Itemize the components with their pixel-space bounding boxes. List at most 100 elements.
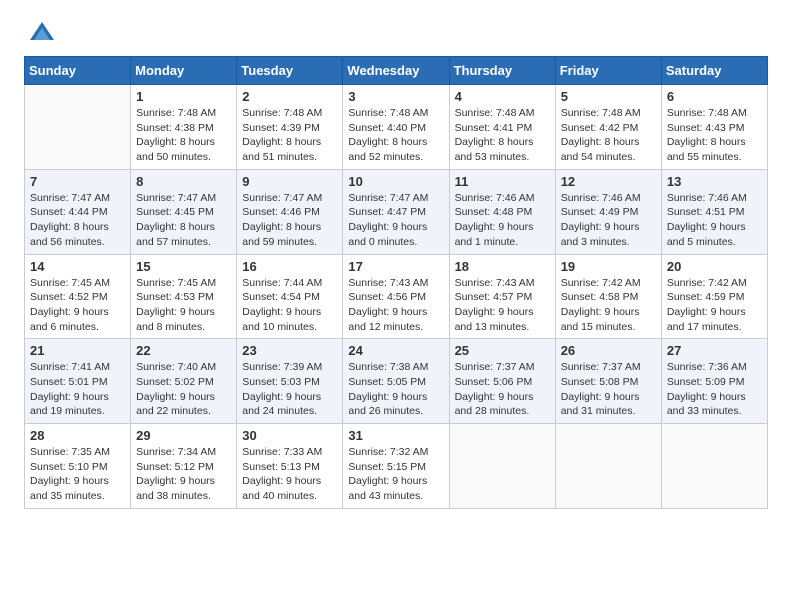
day-of-week-saturday: Saturday (661, 57, 767, 85)
calendar-cell: 11 Sunrise: 7:46 AM Sunset: 4:48 PM Dayli… (449, 169, 555, 254)
day-number: 17 (348, 259, 443, 274)
day-number: 11 (455, 174, 550, 189)
calendar-cell: 16 Sunrise: 7:44 AM Sunset: 4:54 PM Dayli… (237, 254, 343, 339)
calendar-cell: 13 Sunrise: 7:46 AM Sunset: 4:51 PM Dayli… (661, 169, 767, 254)
calendar-cell: 6Sunrise: 7:48 AM Sunset: 4:43 PM Daylig… (661, 85, 767, 170)
day-info: Sunrise: 7:47 AM Sunset: 4:44 PM Dayligh… (30, 191, 125, 250)
day-info: Sunrise: 7:38 AM Sunset: 5:05 PM Dayligh… (348, 360, 443, 419)
calendar-cell (661, 424, 767, 509)
day-info: Sunrise: 7:32 AM Sunset: 5:15 PM Dayligh… (348, 445, 443, 504)
calendar-cell: 17 Sunrise: 7:43 AM Sunset: 4:56 PM Dayli… (343, 254, 449, 339)
day-info: Sunrise: 7:47 AM Sunset: 4:47 PM Dayligh… (348, 191, 443, 250)
day-info: Sunrise: 7:47 AM Sunset: 4:45 PM Dayligh… (136, 191, 231, 250)
day-number: 26 (561, 343, 656, 358)
day-number: 25 (455, 343, 550, 358)
day-number: 2 (242, 89, 337, 104)
calendar-cell (25, 85, 131, 170)
logo-icon (28, 20, 56, 48)
day-info: Sunrise: 7:42 AM Sunset: 4:58 PM Dayligh… (561, 276, 656, 335)
day-number: 22 (136, 343, 231, 358)
day-number: 3 (348, 89, 443, 104)
calendar-week-row: 14Sunrise: 7:45 AM Sunset: 4:52 PM Dayli… (25, 254, 768, 339)
day-number: 8 (136, 174, 231, 189)
day-info: Sunrise: 7:41 AM Sunset: 5:01 PM Dayligh… (30, 360, 125, 419)
day-info: Sunrise: 7:46 AM Sunset: 4:51 PM Dayligh… (667, 191, 762, 250)
day-number: 20 (667, 259, 762, 274)
calendar-cell: 15 Sunrise: 7:45 AM Sunset: 4:53 PM Dayli… (131, 254, 237, 339)
calendar-cell: 5 Sunrise: 7:48 AM Sunset: 4:42 PM Daylig… (555, 85, 661, 170)
calendar-cell: 20 Sunrise: 7:42 AM Sunset: 4:59 PM Dayli… (661, 254, 767, 339)
day-number: 9 (242, 174, 337, 189)
day-info: Sunrise: 7:47 AM Sunset: 4:46 PM Dayligh… (242, 191, 337, 250)
day-info: Sunrise: 7:34 AM Sunset: 5:12 PM Dayligh… (136, 445, 231, 504)
calendar-cell: 8 Sunrise: 7:47 AM Sunset: 4:45 PM Daylig… (131, 169, 237, 254)
day-number: 1 (136, 89, 231, 104)
day-number: 28 (30, 428, 125, 443)
calendar-cell: 26 Sunrise: 7:37 AM Sunset: 5:08 PM Dayli… (555, 339, 661, 424)
day-number: 16 (242, 259, 337, 274)
day-info: Sunrise: 7:45 AM Sunset: 4:52 PM Dayligh… (30, 276, 125, 335)
calendar-week-row: 28 Sunrise: 7:35 AM Sunset: 5:10 PM Dayli… (25, 424, 768, 509)
day-info: Sunrise: 7:37 AM Sunset: 5:06 PM Dayligh… (455, 360, 550, 419)
calendar-cell: 18 Sunrise: 7:43 AM Sunset: 4:57 PM Dayli… (449, 254, 555, 339)
day-number: 10 (348, 174, 443, 189)
day-info: Sunrise: 7:48 AM Sunset: 4:40 PM Dayligh… (348, 106, 443, 165)
day-info: Sunrise: 7:45 AM Sunset: 4:53 PM Dayligh… (136, 276, 231, 335)
calendar-cell: 7 Sunrise: 7:47 AM Sunset: 4:44 PM Daylig… (25, 169, 131, 254)
day-info: Sunrise: 7:33 AM Sunset: 5:13 PM Dayligh… (242, 445, 337, 504)
day-number: 21 (30, 343, 125, 358)
day-number: 15 (136, 259, 231, 274)
calendar-cell: 30 Sunrise: 7:33 AM Sunset: 5:13 PM Dayli… (237, 424, 343, 509)
day-number: 13 (667, 174, 762, 189)
day-number: 31 (348, 428, 443, 443)
calendar-cell: 9 Sunrise: 7:47 AM Sunset: 4:46 PM Daylig… (237, 169, 343, 254)
calendar-week-row: 21 Sunrise: 7:41 AM Sunset: 5:01 PM Dayli… (25, 339, 768, 424)
calendar-cell: 27 Sunrise: 7:36 AM Sunset: 5:09 PM Dayli… (661, 339, 767, 424)
day-info: Sunrise: 7:37 AM Sunset: 5:08 PM Dayligh… (561, 360, 656, 419)
calendar-week-row: 7 Sunrise: 7:47 AM Sunset: 4:44 PM Daylig… (25, 169, 768, 254)
calendar-header-row: SundayMondayTuesdayWednesdayThursdayFrid… (25, 57, 768, 85)
day-info: Sunrise: 7:42 AM Sunset: 4:59 PM Dayligh… (667, 276, 762, 335)
calendar-cell: 22 Sunrise: 7:40 AM Sunset: 5:02 PM Dayli… (131, 339, 237, 424)
day-info: Sunrise: 7:43 AM Sunset: 4:57 PM Dayligh… (455, 276, 550, 335)
calendar-cell: 21 Sunrise: 7:41 AM Sunset: 5:01 PM Dayli… (25, 339, 131, 424)
day-of-week-tuesday: Tuesday (237, 57, 343, 85)
calendar-cell: 28 Sunrise: 7:35 AM Sunset: 5:10 PM Dayli… (25, 424, 131, 509)
calendar-cell: 4 Sunrise: 7:48 AM Sunset: 4:41 PM Daylig… (449, 85, 555, 170)
calendar-cell: 19 Sunrise: 7:42 AM Sunset: 4:58 PM Dayli… (555, 254, 661, 339)
calendar-cell: 29 Sunrise: 7:34 AM Sunset: 5:12 PM Dayli… (131, 424, 237, 509)
day-info: Sunrise: 7:48 AM Sunset: 4:39 PM Dayligh… (242, 106, 337, 165)
calendar-cell: 14Sunrise: 7:45 AM Sunset: 4:52 PM Dayli… (25, 254, 131, 339)
day-info: Sunrise: 7:43 AM Sunset: 4:56 PM Dayligh… (348, 276, 443, 335)
calendar-cell (449, 424, 555, 509)
day-of-week-wednesday: Wednesday (343, 57, 449, 85)
day-info: Sunrise: 7:48 AM Sunset: 4:41 PM Dayligh… (455, 106, 550, 165)
page-header (24, 20, 768, 48)
day-of-week-thursday: Thursday (449, 57, 555, 85)
day-number: 5 (561, 89, 656, 104)
day-info: Sunrise: 7:48 AM Sunset: 4:42 PM Dayligh… (561, 106, 656, 165)
day-number: 4 (455, 89, 550, 104)
calendar-cell: 3 Sunrise: 7:48 AM Sunset: 4:40 PM Daylig… (343, 85, 449, 170)
calendar-week-row: 1 Sunrise: 7:48 AM Sunset: 4:38 PM Daylig… (25, 85, 768, 170)
calendar-cell: 31 Sunrise: 7:32 AM Sunset: 5:15 PM Dayli… (343, 424, 449, 509)
day-info: Sunrise: 7:48 AM Sunset: 4:38 PM Dayligh… (136, 106, 231, 165)
day-number: 19 (561, 259, 656, 274)
day-info: Sunrise: 7:44 AM Sunset: 4:54 PM Dayligh… (242, 276, 337, 335)
day-number: 24 (348, 343, 443, 358)
day-info: Sunrise: 7:46 AM Sunset: 4:48 PM Dayligh… (455, 191, 550, 250)
day-info: Sunrise: 7:40 AM Sunset: 5:02 PM Dayligh… (136, 360, 231, 419)
day-number: 18 (455, 259, 550, 274)
day-number: 29 (136, 428, 231, 443)
logo (24, 20, 56, 48)
day-of-week-friday: Friday (555, 57, 661, 85)
day-number: 7 (30, 174, 125, 189)
calendar-cell: 23Sunrise: 7:39 AM Sunset: 5:03 PM Dayli… (237, 339, 343, 424)
day-of-week-sunday: Sunday (25, 57, 131, 85)
calendar-cell: 12Sunrise: 7:46 AM Sunset: 4:49 PM Dayli… (555, 169, 661, 254)
calendar-cell (555, 424, 661, 509)
day-number: 27 (667, 343, 762, 358)
day-info: Sunrise: 7:35 AM Sunset: 5:10 PM Dayligh… (30, 445, 125, 504)
day-number: 30 (242, 428, 337, 443)
day-info: Sunrise: 7:36 AM Sunset: 5:09 PM Dayligh… (667, 360, 762, 419)
